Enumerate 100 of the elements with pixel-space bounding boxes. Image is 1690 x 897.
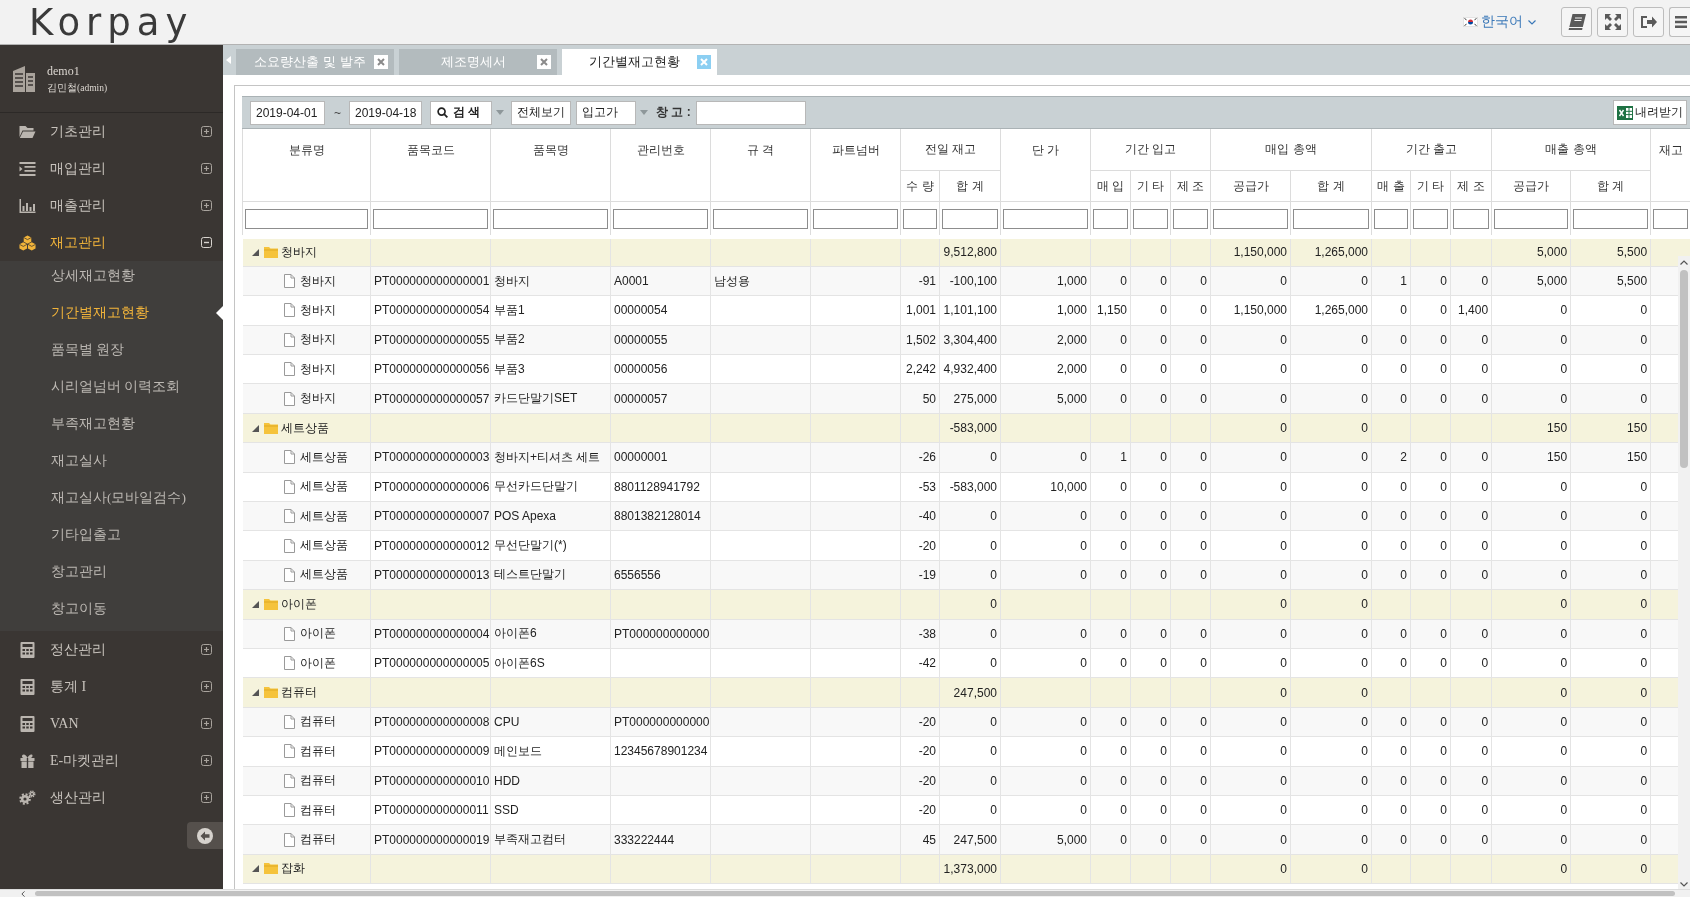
fullscreen-button[interactable] [1597, 7, 1628, 37]
date-field[interactable]: 2019-04-18 [349, 100, 422, 125]
close-icon[interactable] [697, 55, 711, 69]
filter-field[interactable] [1133, 208, 1168, 229]
collapse-triangle-icon[interactable] [251, 689, 259, 697]
table-cell: 0 [1210, 589, 1291, 620]
filter-field[interactable] [373, 208, 488, 229]
scrollbar-thumb[interactable] [35, 891, 1675, 896]
collapse-triangle-icon[interactable] [251, 600, 259, 608]
filter-field[interactable] [903, 208, 937, 229]
menu-item[interactable]: 매입관리 [19, 159, 106, 178]
view-all-button[interactable]: 전체보기 [511, 100, 571, 125]
minus-square-icon[interactable] [201, 237, 212, 248]
filter-field[interactable] [713, 208, 808, 229]
scroll-left-icon[interactable] [21, 890, 25, 897]
table-cell: 8801382128014 [610, 501, 711, 531]
plus-square-icon[interactable] [201, 644, 212, 655]
filter-field[interactable] [1413, 208, 1449, 229]
table-cell: 0 [1570, 501, 1651, 531]
filter-field[interactable] [942, 208, 998, 229]
close-icon[interactable] [374, 55, 388, 69]
filter-field[interactable] [1003, 208, 1088, 229]
submenu-item[interactable]: 품목별 원장 [51, 340, 125, 359]
plus-square-icon[interactable] [201, 755, 212, 766]
submenu-item[interactable]: 재고실사(모바일검수) [51, 488, 186, 507]
submenu-item[interactable]: 부족재고현황 [51, 414, 135, 433]
table-cell: 0 [1491, 736, 1571, 767]
column-header: 매출 총액 [1491, 129, 1651, 171]
plus-square-icon[interactable] [201, 718, 212, 729]
collapse-triangle-icon[interactable] [251, 424, 259, 432]
price-type-select[interactable]: 입고가 [576, 100, 636, 125]
date-field[interactable]: 2019-04-01 [250, 100, 325, 125]
column-header: 품목명 [490, 129, 611, 202]
filter-field[interactable] [1093, 208, 1128, 229]
submenu-item[interactable]: 시리얼넘버 이력조회 [51, 377, 181, 396]
collapse-triangle-icon[interactable] [251, 865, 259, 873]
caret-icon[interactable] [496, 110, 504, 115]
collapse-sidebar-button[interactable] [187, 822, 223, 849]
menu-item[interactable]: 통계 I [19, 677, 87, 696]
table-cell: 0 [1570, 766, 1651, 796]
collapse-triangle-icon[interactable] [251, 248, 259, 256]
filter-field[interactable] [1213, 208, 1289, 229]
category-name: 아이폰 [299, 625, 336, 643]
filter-field[interactable] [493, 208, 608, 229]
submenu-item[interactable]: 기간별재고현황 [51, 303, 149, 322]
filter-field[interactable] [1293, 208, 1370, 229]
filter-field[interactable] [1573, 208, 1649, 229]
submenu-item[interactable]: 상세재고현황 [51, 266, 135, 285]
table-cell: 247,500 [939, 677, 1001, 708]
filter-field[interactable] [1173, 208, 1209, 229]
category-name: 컴퓨터 [299, 831, 336, 848]
table-cell: 0 [1210, 560, 1291, 590]
plus-square-icon[interactable] [201, 681, 212, 692]
menu-item[interactable]: 매출관리 [19, 196, 106, 215]
table-cell: 2,000 [1000, 354, 1091, 384]
filter-field[interactable] [1494, 208, 1569, 229]
scrollbar-thumb[interactable] [1680, 270, 1688, 468]
table-cell: 0 [939, 707, 1001, 737]
close-icon[interactable] [537, 55, 551, 69]
menu-item[interactable]: 기초관리 [19, 122, 106, 141]
search-button[interactable]: 검 색 [430, 100, 492, 125]
logout-button[interactable] [1633, 7, 1664, 37]
table-cell: 무선카드단말기 [490, 472, 611, 502]
filter-field[interactable] [613, 208, 708, 229]
manual-button[interactable] [1561, 7, 1592, 37]
plus-square-icon[interactable] [201, 126, 212, 137]
filter-field[interactable] [245, 208, 368, 229]
horizontal-scrollbar[interactable] [0, 889, 1690, 897]
scroll-down-icon[interactable] [1680, 882, 1688, 887]
table-cell: 1,000 [1000, 295, 1091, 326]
vertical-scrollbar[interactable] [1678, 256, 1690, 890]
filter-field[interactable] [1453, 208, 1490, 229]
submenu-item[interactable]: 기타입출고 [51, 525, 121, 544]
caret-icon[interactable] [640, 110, 648, 115]
filter-field[interactable] [1653, 208, 1689, 229]
category-name: 세트상품 [299, 537, 348, 555]
menu-item[interactable]: 재고관리 [19, 233, 106, 252]
plus-square-icon[interactable] [201, 163, 212, 174]
warehouse-field[interactable] [695, 100, 806, 125]
menu-item[interactable]: 생산관리 [19, 788, 106, 807]
menu-item[interactable]: 정산관리 [19, 640, 106, 659]
menu-button[interactable] [1669, 7, 1690, 37]
submenu-item[interactable]: 재고실사 [51, 451, 107, 470]
table-cell: 0 [1210, 413, 1291, 443]
menu-item[interactable]: VAN [19, 715, 79, 732]
filter-field[interactable] [813, 208, 898, 229]
plus-square-icon[interactable] [201, 200, 212, 211]
group-name: 컴퓨터 [280, 684, 317, 702]
plus-square-icon[interactable] [201, 792, 212, 803]
submenu-item[interactable]: 창고이동 [51, 599, 107, 618]
menu-item[interactable]: E-마켓관리 [19, 751, 120, 770]
download-button[interactable]: 내려받기 [1613, 100, 1687, 125]
table-cell: 0 [1570, 648, 1651, 678]
filter-field[interactable] [1374, 208, 1409, 229]
language-selector[interactable]: 한국어 [1481, 13, 1536, 31]
tab[interactable]: 기간별재고현황 [562, 49, 717, 75]
table-cell: 부품3 [490, 354, 611, 384]
scroll-up-icon[interactable] [1680, 260, 1688, 265]
submenu-item[interactable]: 창고관리 [51, 562, 107, 581]
spreadsheet-icon [1617, 105, 1633, 120]
